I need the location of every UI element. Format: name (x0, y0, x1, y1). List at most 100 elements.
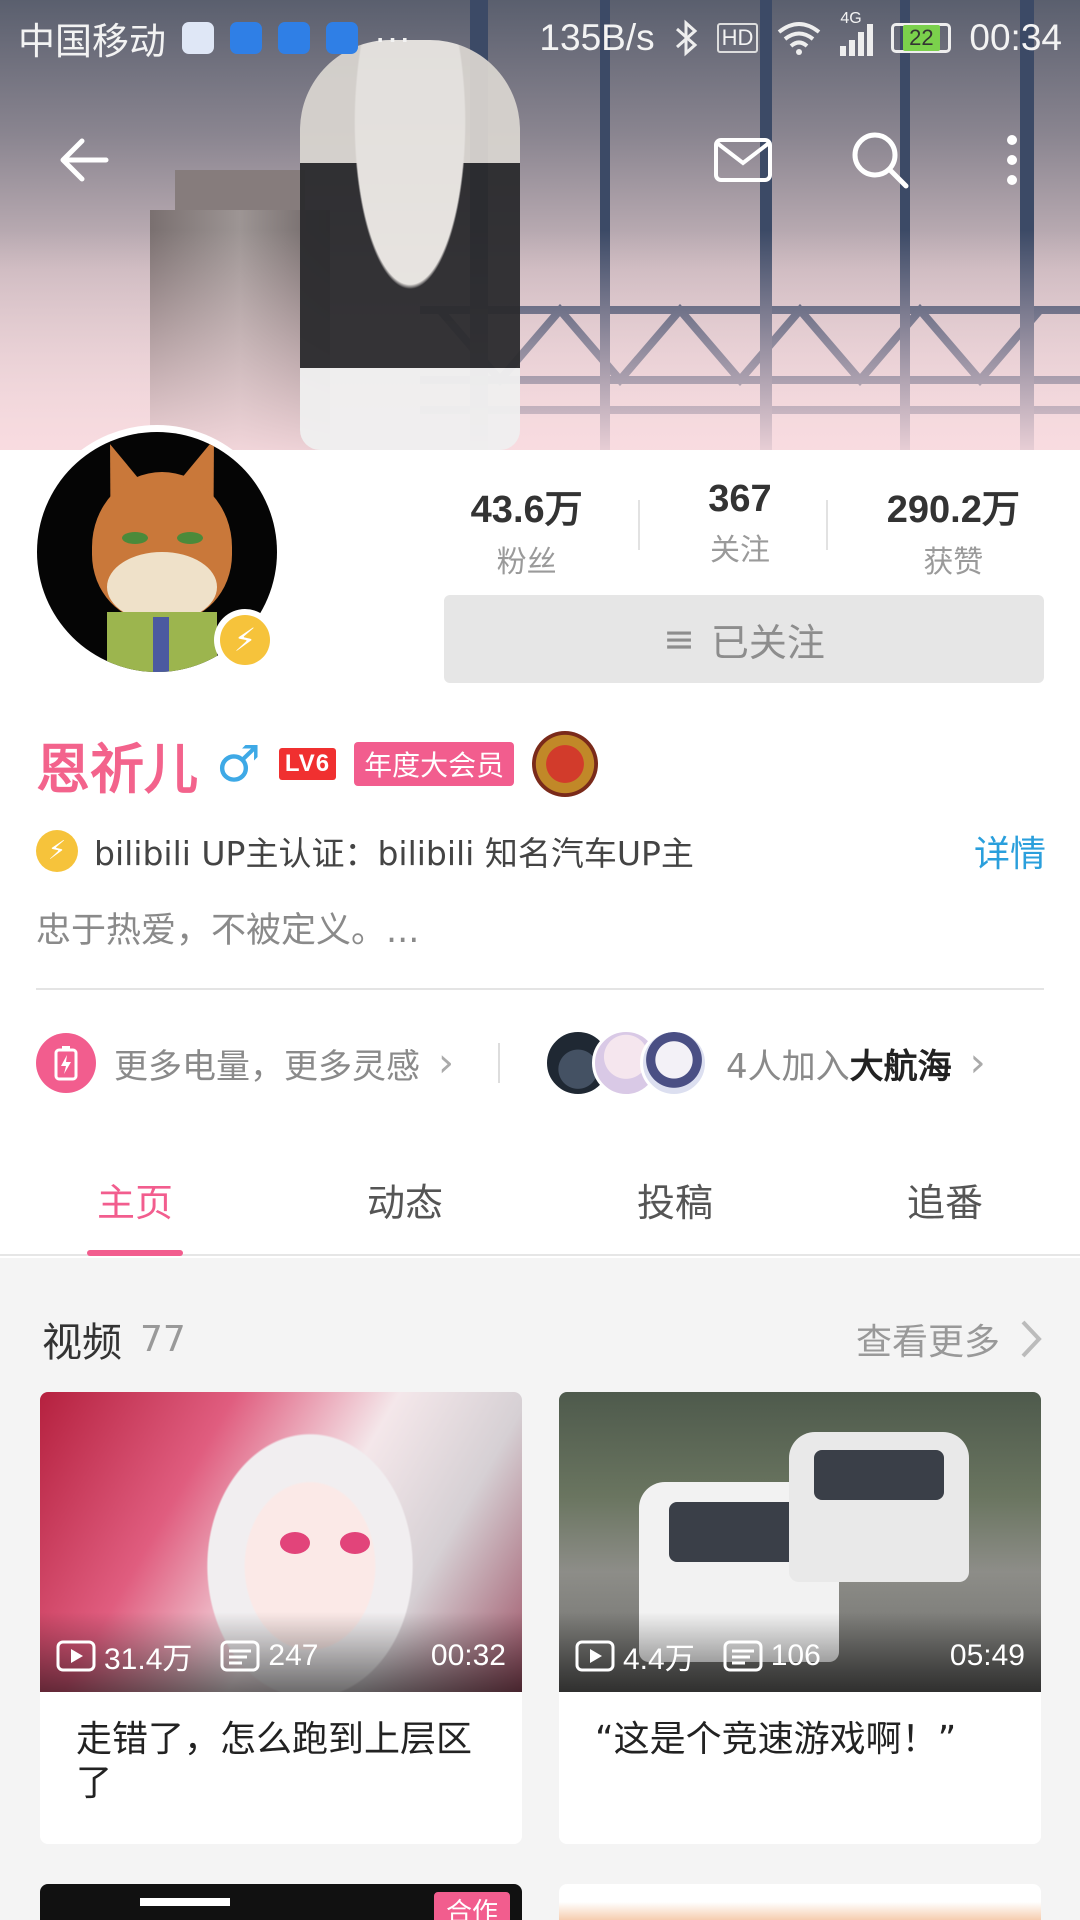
more-notifications: ··· (374, 17, 411, 58)
danmaku-icon (220, 1640, 260, 1672)
guard-avatars (544, 1029, 708, 1097)
video-card-partial[interactable]: 合作 (40, 1884, 522, 1920)
arrow-left-icon (60, 138, 109, 182)
notification-app-icon (230, 22, 262, 54)
home-content: 视频 77 查看更多 31.4万 247 00:32 走错了，怎么跑到上层区了 … (0, 1258, 1080, 1920)
lightning-icon: ⚡ (220, 615, 270, 665)
banner-sky (0, 230, 1080, 450)
view-more-link[interactable]: 查看更多 (856, 1313, 1042, 1365)
thumbnail-art (280, 1532, 310, 1554)
tab-label: 动态 (366, 1181, 443, 1225)
charge-entry[interactable]: 更多电量，更多灵感 › (36, 1033, 454, 1093)
top-nav (0, 100, 1080, 210)
danmaku-count-value: 247 (268, 1639, 319, 1672)
videos-section-header: 视频 77 查看更多 (42, 1310, 1042, 1368)
gallery-icon (182, 22, 214, 54)
certification-row: ⚡ bilibili UP主认证：bilibili 知名汽车UP主 详情 (36, 822, 1046, 880)
verified-badge: ⚡ (214, 609, 276, 671)
view-more-label: 查看更多 (855, 1322, 1000, 1363)
notification-app-icon (278, 22, 310, 54)
divider (36, 988, 1044, 990)
play-count: 31.4万 (56, 1634, 192, 1678)
thumbnail-art (789, 1432, 969, 1582)
profile-stats: 43.6万 粉丝 367 关注 290.2万 获赞 (420, 478, 1060, 580)
stat-label: 粉丝 (496, 545, 557, 580)
message-button[interactable] (703, 120, 783, 200)
tab-label: 追番 (906, 1181, 983, 1225)
stat-fans[interactable]: 43.6万 粉丝 (420, 478, 633, 580)
avatar-container[interactable]: ⚡ (30, 425, 284, 679)
chevron-right-icon: › (969, 1040, 986, 1086)
notification-app-icon (326, 22, 358, 54)
play-count: 4.4万 (575, 1634, 695, 1678)
search-button[interactable] (840, 120, 920, 200)
divider (498, 1043, 500, 1083)
status-bar: 中国移动 ··· 135B/s HD 4G 22 00:34 (0, 0, 1080, 76)
battery-charge-icon (36, 1033, 96, 1093)
vip-badge[interactable]: 年度大会员 (354, 742, 515, 786)
detail-link[interactable]: 详情 (974, 825, 1046, 877)
video-card[interactable]: 31.4万 247 00:32 走错了，怎么跑到上层区了 (40, 1392, 522, 1844)
back-button[interactable] (44, 120, 124, 200)
clock: 00:34 (969, 17, 1062, 58)
stat-label: 关注 (709, 533, 770, 568)
tab-uploads[interactable]: 投稿 (540, 1140, 810, 1254)
followed-button[interactable]: ≡ 已关注 (444, 595, 1044, 683)
more-vertical-icon (1007, 135, 1017, 185)
profile-tabs: 主页 动态 投稿 追番 (0, 1140, 1080, 1256)
video-duration: 00:32 (430, 1639, 506, 1672)
video-title: “这是个竞速游戏啊！” (595, 1719, 957, 1760)
tab-dynamic[interactable]: 动态 (270, 1140, 540, 1254)
stat-value: 290.2万 (886, 489, 1020, 531)
tab-label: 投稿 (636, 1181, 713, 1225)
tab-label: 主页 (96, 1181, 173, 1225)
medal-icon[interactable] (532, 731, 599, 797)
lightning-icon: ⚡ (36, 830, 78, 872)
net-speed: 135B/s (539, 17, 655, 58)
video-card-partial[interactable] (559, 1884, 1041, 1920)
tab-bangumi[interactable]: 追番 (810, 1140, 1080, 1254)
bio-text[interactable]: 忠于热爱，不被定义。... (36, 902, 419, 953)
video-meta: 31.4万 247 00:32 (56, 1634, 506, 1678)
guard-avatar (640, 1029, 708, 1097)
play-icon (575, 1640, 615, 1672)
guard-text: 4人加入大航海 (726, 1039, 952, 1088)
avatar-art (153, 617, 169, 672)
stat-value: 367 (708, 478, 772, 520)
danmaku-count-value: 106 (770, 1639, 821, 1672)
avatar-art (122, 532, 148, 544)
video-card[interactable]: 4.4万 106 05:49 “这是个竞速游戏啊！” (559, 1392, 1041, 1844)
danmaku-icon (723, 1640, 763, 1672)
follow-button-label: 已关注 (710, 620, 825, 665)
mail-icon (714, 138, 772, 182)
name-row: 恩祈儿 ♂ LV6 年度大会员 (36, 728, 599, 801)
menu-icon: ≡ (663, 617, 695, 661)
bluetooth-icon (675, 19, 697, 57)
network-type: 4G (840, 10, 862, 27)
danmaku-count: 247 (220, 1639, 318, 1673)
signal-icon: 4G (840, 10, 874, 56)
chevron-right-icon: › (438, 1040, 454, 1086)
search-icon (852, 132, 909, 189)
stat-following[interactable]: 367 关注 (633, 478, 846, 570)
guard-entry[interactable]: 4人加入大航海 › (544, 1029, 986, 1097)
stat-label: 获赞 (923, 545, 984, 580)
video-thumbnail: 31.4万 247 00:32 (40, 1392, 522, 1692)
username: 恩祈儿 (36, 737, 198, 801)
section-title: 视频 (42, 1320, 122, 1366)
play-icon (56, 1640, 96, 1672)
video-title: 走错了，怎么跑到上层区了 (76, 1719, 473, 1804)
chevron-right-icon (1021, 1320, 1042, 1358)
battery-level: 22 (903, 25, 940, 51)
charge-text: 更多电量，更多灵感 (114, 1046, 420, 1087)
guard-title: 大航海 (849, 1046, 952, 1087)
stat-likes[interactable]: 290.2万 获赞 (847, 478, 1060, 580)
more-button[interactable] (972, 120, 1052, 200)
certification-text: bilibili UP主认证：bilibili 知名汽车UP主 (94, 834, 694, 873)
wifi-icon (778, 22, 821, 55)
tab-home[interactable]: 主页 (0, 1140, 270, 1256)
male-icon: ♂ (216, 735, 261, 793)
section-count: 77 (140, 1318, 186, 1360)
thumbnail-art (140, 1898, 230, 1906)
coop-badge: 合作 (433, 1892, 510, 1920)
